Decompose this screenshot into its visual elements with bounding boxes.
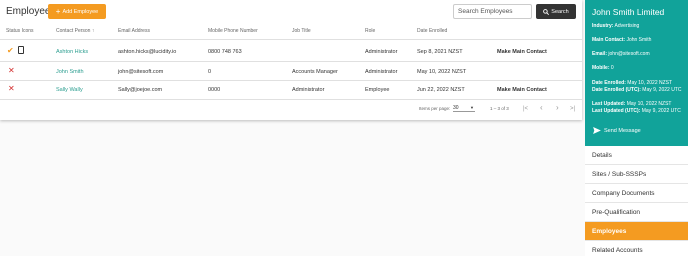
company-name: John Smith Limited: [592, 7, 665, 17]
divider: [0, 39, 582, 40]
role-cell: Administrator: [365, 69, 398, 75]
date-enrolled-utc-label: Date Enrolled (UTC):: [592, 87, 641, 93]
column-email-address[interactable]: Email Address: [118, 28, 150, 34]
close-icon[interactable]: ✕: [8, 67, 15, 75]
email-line: Email: john@sitesoft.com: [592, 51, 650, 57]
date-enrolled-utc-line: Date Enrolled (UTC): May 9, 2022 UTC: [592, 87, 681, 93]
plus-icon: +: [55, 6, 61, 16]
page-range: 1 – 3 of 3: [490, 106, 509, 111]
items-per-page-label: Items per page:: [419, 106, 451, 111]
last-updated-line: Last Updated: May 10, 2022 NZST: [592, 101, 671, 107]
sort-arrow-icon: ↑: [91, 28, 95, 34]
main-contact-label: Main Contact:: [592, 37, 626, 43]
last-updated-utc-value: May 9, 2022 UTC: [641, 108, 681, 114]
nav-item-sites[interactable]: Sites / Sub-SSSPs: [585, 165, 688, 184]
industry-value: Advertising: [614, 23, 640, 29]
mobile-value: 0: [610, 65, 614, 71]
last-updated-utc-line: Last Updated (UTC): May 9, 2022 UTC: [592, 108, 681, 114]
last-updated-value: May 10, 2022 NZST: [626, 101, 672, 107]
date-enrolled-line: Date Enrolled: May 10, 2022 NZST: [592, 80, 672, 86]
nav-item-related-accounts[interactable]: Related Accounts: [585, 241, 688, 256]
email-cell: ashton.hicks@lucidity.io: [118, 49, 177, 55]
send-icon: [593, 127, 601, 134]
last-updated-label: Last Updated:: [592, 101, 626, 107]
main-contact-value: John Smith: [626, 37, 652, 43]
mobile-cell: 0000: [208, 87, 221, 93]
role-cell: Administrator: [365, 49, 398, 55]
search-button-label: Search: [551, 8, 569, 15]
search-button[interactable]: Search: [536, 4, 576, 19]
page: Employees + Add Employee Search Status I…: [0, 0, 688, 256]
add-employee-button[interactable]: + Add Employee: [48, 4, 106, 19]
date-enrolled-cell: May 10, 2022 NZST: [417, 69, 467, 75]
column-mobile-phone[interactable]: Mobile Phone Number: [208, 28, 258, 34]
mobile-cell: 0: [208, 69, 212, 75]
chevron-down-icon: ▼: [470, 105, 474, 110]
mobile-label: Mobile:: [592, 65, 610, 71]
date-enrolled-cell: Jun 22, 2022 NZST: [417, 87, 465, 93]
contact-card: John Smith Limited Industry: Advertising…: [585, 0, 688, 146]
employees-panel: Employees + Add Employee Search Status I…: [0, 0, 582, 120]
divider: [0, 80, 582, 81]
mobile-cell: 0800 748 763: [208, 49, 242, 55]
side-nav: Details Sites / Sub-SSSPs Company Docume…: [585, 146, 688, 256]
chevron-left-icon[interactable]: ‹: [540, 104, 543, 112]
items-per-page-select[interactable]: 30 ▼: [453, 105, 475, 112]
employees-header: Employees + Add Employee Search: [0, 0, 582, 24]
last-updated-utc-label: Last Updated (UTC):: [592, 108, 641, 114]
industry-label: Industry:: [592, 23, 614, 29]
check-icon: ✔: [7, 46, 14, 55]
send-message-label: Send Message: [604, 127, 641, 134]
nav-item-company-documents[interactable]: Company Documents: [585, 184, 688, 203]
role-cell: Employee: [365, 87, 390, 93]
contact-name[interactable]: John Smith: [56, 69, 84, 75]
chevron-right-icon[interactable]: ›: [556, 104, 559, 112]
date-enrolled-utc-value: May 9, 2022 UTC: [642, 87, 682, 93]
job-title-cell: Accounts Manager: [292, 69, 338, 75]
exit-icon[interactable]: [18, 46, 24, 54]
search-icon: [543, 8, 550, 15]
items-per-page-value: 30: [453, 105, 459, 111]
date-enrolled-value: May 10, 2022 NZST: [627, 80, 673, 86]
nav-item-employees[interactable]: Employees: [585, 222, 688, 241]
search-input[interactable]: [453, 4, 532, 19]
job-title-cell: Administrator: [292, 87, 325, 93]
column-role[interactable]: Role: [365, 28, 375, 34]
email-value: john@sitesoft.com: [608, 51, 650, 57]
email-cell: Sally@joejoe.com: [118, 87, 163, 93]
make-main-contact-link[interactable]: Make Main Contact: [497, 49, 547, 55]
nav-item-pre-qualification[interactable]: Pre-Qualification: [585, 203, 688, 222]
date-enrolled-cell: Sep 8, 2021 NZST: [417, 49, 463, 55]
email-label: Email:: [592, 51, 608, 57]
last-page-icon[interactable]: >|: [570, 105, 575, 113]
make-main-contact-link[interactable]: Make Main Contact: [497, 87, 547, 93]
send-message-button[interactable]: Send Message: [593, 127, 641, 134]
column-date-enrolled[interactable]: Date Enrolled: [417, 28, 447, 34]
add-employee-label: Add Employee: [62, 8, 99, 15]
industry-line: Industry: Advertising: [592, 23, 639, 29]
divider: [0, 61, 582, 62]
email-cell: john@sitesoft.com: [118, 69, 164, 75]
first-page-icon[interactable]: |<: [523, 105, 528, 113]
main-contact-line: Main Contact: John Smith: [592, 37, 651, 43]
contact-name[interactable]: Sally Wally: [56, 87, 83, 93]
column-job-title[interactable]: Job Title: [292, 28, 311, 34]
column-status-icons[interactable]: Status Icons: [6, 28, 34, 34]
date-enrolled-label: Date Enrolled:: [592, 80, 626, 86]
divider: [0, 99, 582, 100]
column-contact-person-label: Contact Person: [56, 28, 91, 34]
column-contact-person[interactable]: Contact Person ↑: [56, 28, 94, 34]
nav-item-details[interactable]: Details: [585, 146, 688, 165]
contact-name[interactable]: Ashton Hicks: [56, 49, 88, 55]
mobile-line: Mobile: 0: [592, 65, 614, 71]
close-icon[interactable]: ✕: [8, 85, 15, 93]
